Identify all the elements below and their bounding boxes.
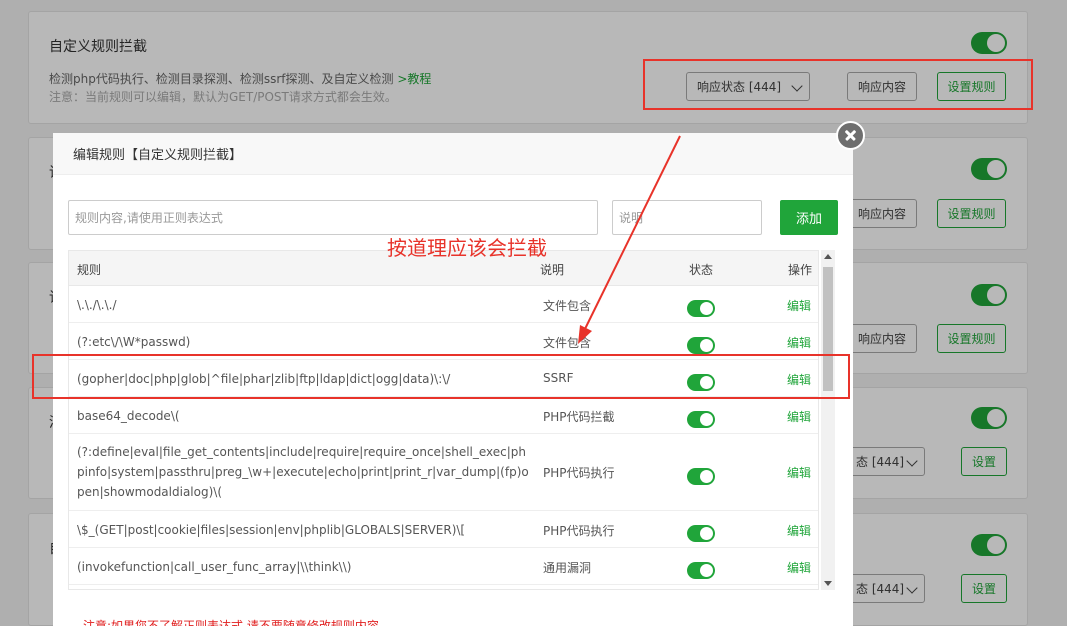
annotation-arrow-icon [578, 135, 681, 344]
